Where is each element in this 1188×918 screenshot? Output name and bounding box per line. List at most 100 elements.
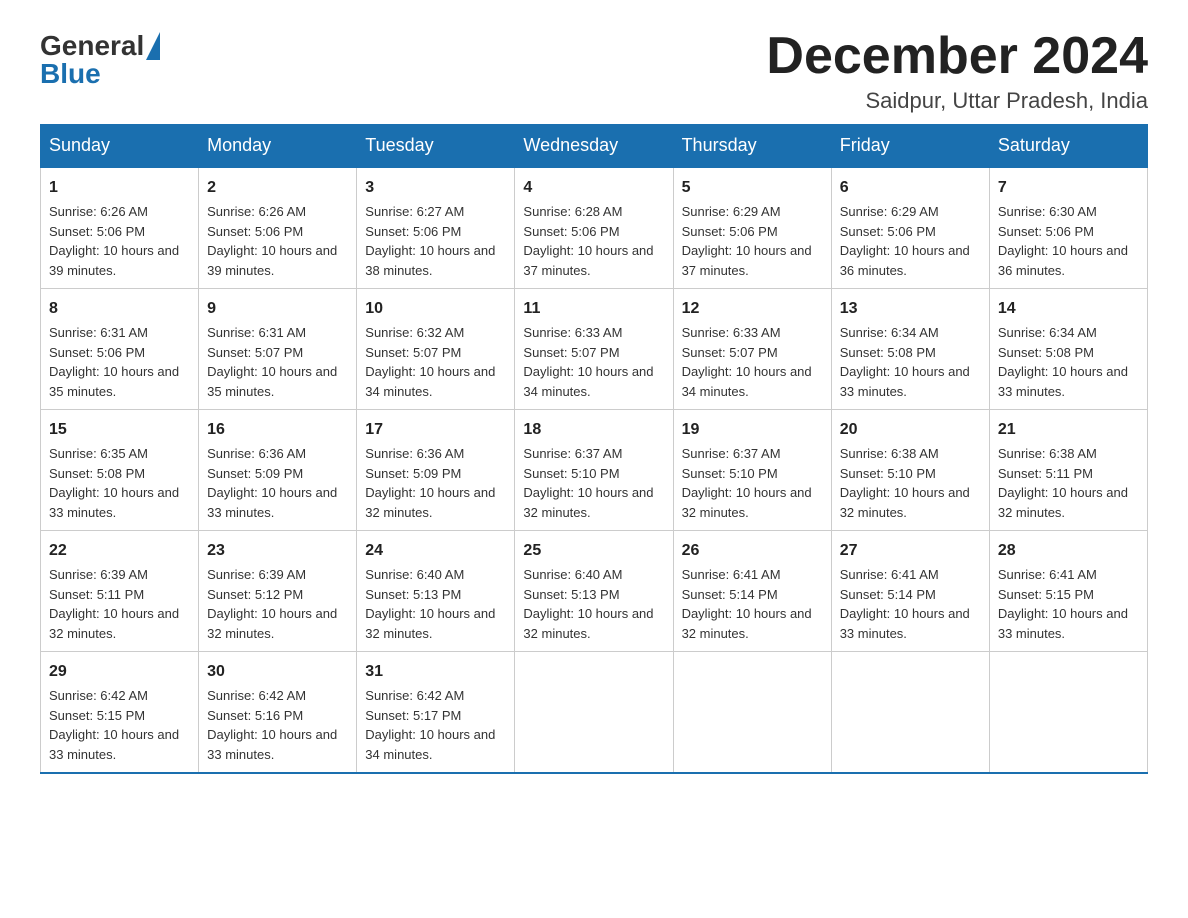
month-title: December 2024 [766, 30, 1148, 82]
day-number: 29 [49, 660, 190, 684]
day-number: 23 [207, 539, 348, 563]
day-info: Sunrise: 6:29 AMSunset: 5:06 PMDaylight:… [840, 204, 970, 278]
day-info: Sunrise: 6:40 AMSunset: 5:13 PMDaylight:… [523, 567, 653, 641]
weekday-header-monday: Monday [199, 125, 357, 168]
day-info: Sunrise: 6:31 AMSunset: 5:06 PMDaylight:… [49, 325, 179, 399]
day-number: 31 [365, 660, 506, 684]
calendar-week-row: 29 Sunrise: 6:42 AMSunset: 5:15 PMDaylig… [41, 652, 1148, 774]
weekday-header-thursday: Thursday [673, 125, 831, 168]
day-info: Sunrise: 6:36 AMSunset: 5:09 PMDaylight:… [365, 446, 495, 520]
day-number: 4 [523, 176, 664, 200]
day-info: Sunrise: 6:32 AMSunset: 5:07 PMDaylight:… [365, 325, 495, 399]
logo-triangle-icon [146, 32, 160, 60]
calendar-day-cell: 16 Sunrise: 6:36 AMSunset: 5:09 PMDaylig… [199, 410, 357, 531]
day-info: Sunrise: 6:39 AMSunset: 5:12 PMDaylight:… [207, 567, 337, 641]
day-info: Sunrise: 6:26 AMSunset: 5:06 PMDaylight:… [207, 204, 337, 278]
calendar-day-cell: 30 Sunrise: 6:42 AMSunset: 5:16 PMDaylig… [199, 652, 357, 774]
day-info: Sunrise: 6:40 AMSunset: 5:13 PMDaylight:… [365, 567, 495, 641]
day-number: 7 [998, 176, 1139, 200]
calendar-day-cell: 2 Sunrise: 6:26 AMSunset: 5:06 PMDayligh… [199, 167, 357, 289]
calendar-day-cell: 22 Sunrise: 6:39 AMSunset: 5:11 PMDaylig… [41, 531, 199, 652]
logo-general-text: General [40, 30, 160, 61]
calendar-day-cell: 21 Sunrise: 6:38 AMSunset: 5:11 PMDaylig… [989, 410, 1147, 531]
day-number: 22 [49, 539, 190, 563]
calendar-week-row: 8 Sunrise: 6:31 AMSunset: 5:06 PMDayligh… [41, 289, 1148, 410]
calendar-day-cell: 19 Sunrise: 6:37 AMSunset: 5:10 PMDaylig… [673, 410, 831, 531]
calendar-day-cell: 1 Sunrise: 6:26 AMSunset: 5:06 PMDayligh… [41, 167, 199, 289]
day-number: 18 [523, 418, 664, 442]
calendar-day-cell: 7 Sunrise: 6:30 AMSunset: 5:06 PMDayligh… [989, 167, 1147, 289]
day-number: 19 [682, 418, 823, 442]
day-number: 2 [207, 176, 348, 200]
weekday-header-wednesday: Wednesday [515, 125, 673, 168]
calendar-day-cell: 26 Sunrise: 6:41 AMSunset: 5:14 PMDaylig… [673, 531, 831, 652]
calendar-day-cell: 28 Sunrise: 6:41 AMSunset: 5:15 PMDaylig… [989, 531, 1147, 652]
weekday-header-row: SundayMondayTuesdayWednesdayThursdayFrid… [41, 125, 1148, 168]
day-info: Sunrise: 6:35 AMSunset: 5:08 PMDaylight:… [49, 446, 179, 520]
calendar-day-cell: 10 Sunrise: 6:32 AMSunset: 5:07 PMDaylig… [357, 289, 515, 410]
day-number: 24 [365, 539, 506, 563]
calendar-week-row: 15 Sunrise: 6:35 AMSunset: 5:08 PMDaylig… [41, 410, 1148, 531]
day-number: 30 [207, 660, 348, 684]
calendar-day-cell: 23 Sunrise: 6:39 AMSunset: 5:12 PMDaylig… [199, 531, 357, 652]
day-info: Sunrise: 6:42 AMSunset: 5:17 PMDaylight:… [365, 688, 495, 762]
calendar-day-cell: 14 Sunrise: 6:34 AMSunset: 5:08 PMDaylig… [989, 289, 1147, 410]
day-info: Sunrise: 6:42 AMSunset: 5:16 PMDaylight:… [207, 688, 337, 762]
calendar-day-cell: 12 Sunrise: 6:33 AMSunset: 5:07 PMDaylig… [673, 289, 831, 410]
day-info: Sunrise: 6:42 AMSunset: 5:15 PMDaylight:… [49, 688, 179, 762]
calendar-week-row: 22 Sunrise: 6:39 AMSunset: 5:11 PMDaylig… [41, 531, 1148, 652]
day-number: 12 [682, 297, 823, 321]
logo-blue-text: Blue [40, 58, 160, 90]
day-info: Sunrise: 6:33 AMSunset: 5:07 PMDaylight:… [682, 325, 812, 399]
weekday-header-tuesday: Tuesday [357, 125, 515, 168]
weekday-header-friday: Friday [831, 125, 989, 168]
day-number: 17 [365, 418, 506, 442]
calendar-day-cell: 4 Sunrise: 6:28 AMSunset: 5:06 PMDayligh… [515, 167, 673, 289]
calendar-day-cell [989, 652, 1147, 774]
day-info: Sunrise: 6:26 AMSunset: 5:06 PMDaylight:… [49, 204, 179, 278]
calendar-day-cell: 25 Sunrise: 6:40 AMSunset: 5:13 PMDaylig… [515, 531, 673, 652]
day-number: 25 [523, 539, 664, 563]
day-info: Sunrise: 6:38 AMSunset: 5:10 PMDaylight:… [840, 446, 970, 520]
day-info: Sunrise: 6:41 AMSunset: 5:14 PMDaylight:… [682, 567, 812, 641]
day-info: Sunrise: 6:37 AMSunset: 5:10 PMDaylight:… [523, 446, 653, 520]
day-info: Sunrise: 6:30 AMSunset: 5:06 PMDaylight:… [998, 204, 1128, 278]
day-number: 11 [523, 297, 664, 321]
title-section: December 2024 Saidpur, Uttar Pradesh, In… [766, 30, 1148, 114]
page-header: General Blue December 2024 Saidpur, Utta… [40, 30, 1148, 114]
calendar-day-cell [831, 652, 989, 774]
calendar-day-cell: 13 Sunrise: 6:34 AMSunset: 5:08 PMDaylig… [831, 289, 989, 410]
day-number: 13 [840, 297, 981, 321]
weekday-header-saturday: Saturday [989, 125, 1147, 168]
day-number: 16 [207, 418, 348, 442]
day-number: 9 [207, 297, 348, 321]
day-info: Sunrise: 6:29 AMSunset: 5:06 PMDaylight:… [682, 204, 812, 278]
day-info: Sunrise: 6:41 AMSunset: 5:15 PMDaylight:… [998, 567, 1128, 641]
calendar-day-cell: 6 Sunrise: 6:29 AMSunset: 5:06 PMDayligh… [831, 167, 989, 289]
day-number: 10 [365, 297, 506, 321]
day-number: 21 [998, 418, 1139, 442]
day-number: 5 [682, 176, 823, 200]
calendar-day-cell: 24 Sunrise: 6:40 AMSunset: 5:13 PMDaylig… [357, 531, 515, 652]
weekday-header-sunday: Sunday [41, 125, 199, 168]
day-info: Sunrise: 6:28 AMSunset: 5:06 PMDaylight:… [523, 204, 653, 278]
calendar-week-row: 1 Sunrise: 6:26 AMSunset: 5:06 PMDayligh… [41, 167, 1148, 289]
day-info: Sunrise: 6:33 AMSunset: 5:07 PMDaylight:… [523, 325, 653, 399]
calendar-day-cell: 8 Sunrise: 6:31 AMSunset: 5:06 PMDayligh… [41, 289, 199, 410]
day-number: 8 [49, 297, 190, 321]
calendar-day-cell: 20 Sunrise: 6:38 AMSunset: 5:10 PMDaylig… [831, 410, 989, 531]
day-number: 28 [998, 539, 1139, 563]
calendar-table: SundayMondayTuesdayWednesdayThursdayFrid… [40, 124, 1148, 774]
calendar-day-cell: 11 Sunrise: 6:33 AMSunset: 5:07 PMDaylig… [515, 289, 673, 410]
day-info: Sunrise: 6:38 AMSunset: 5:11 PMDaylight:… [998, 446, 1128, 520]
calendar-day-cell [515, 652, 673, 774]
logo: General Blue [40, 30, 160, 90]
calendar-day-cell: 3 Sunrise: 6:27 AMSunset: 5:06 PMDayligh… [357, 167, 515, 289]
day-info: Sunrise: 6:41 AMSunset: 5:14 PMDaylight:… [840, 567, 970, 641]
day-info: Sunrise: 6:37 AMSunset: 5:10 PMDaylight:… [682, 446, 812, 520]
day-info: Sunrise: 6:31 AMSunset: 5:07 PMDaylight:… [207, 325, 337, 399]
day-number: 27 [840, 539, 981, 563]
calendar-day-cell: 17 Sunrise: 6:36 AMSunset: 5:09 PMDaylig… [357, 410, 515, 531]
calendar-day-cell: 18 Sunrise: 6:37 AMSunset: 5:10 PMDaylig… [515, 410, 673, 531]
day-number: 1 [49, 176, 190, 200]
